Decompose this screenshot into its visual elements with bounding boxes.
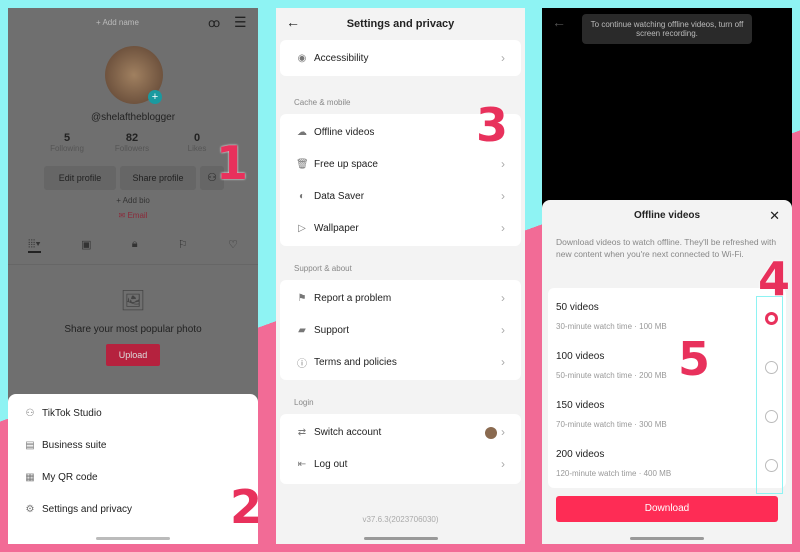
settings-log-out[interactable]: ⇤ Log out ›: [280, 448, 521, 480]
info-icon: ⓘ: [297, 358, 307, 370]
profile-screen: + Add name ꝏ ☰ + @shelaftheblogger 5 Foll…: [8, 8, 258, 544]
tab-private-icon[interactable]: 🔒︎: [132, 238, 138, 253]
accessibility-icon: ◉: [297, 52, 307, 64]
flag-icon: ⚑: [297, 292, 307, 304]
tab-videos-icon[interactable]: ⦙⦙⦙▾: [28, 238, 41, 253]
step-2-label: 2: [230, 480, 258, 534]
play-circle-icon: ▷: [298, 222, 306, 234]
switch-icon: ⇄: [297, 426, 307, 438]
add-bio-button[interactable]: + Add bio: [8, 196, 258, 205]
settings-accessibility[interactable]: ◉ Accessibility ›: [280, 42, 521, 74]
stat-likes[interactable]: 0 Likes: [172, 132, 222, 153]
step-4-label: 4: [758, 252, 791, 306]
email-link[interactable]: ✉ Email: [8, 211, 258, 220]
share-profile-button[interactable]: Share profile: [120, 166, 196, 190]
gear-icon: ⚙: [25, 503, 35, 515]
account-avatar: [485, 426, 497, 439]
add-avatar-icon[interactable]: +: [148, 90, 162, 104]
version-text: v37.6.3(2023706030): [362, 515, 439, 524]
data-saver-icon: ◐: [298, 190, 306, 202]
offline-videos-sheet: Offline videos ✕ Download videos to watc…: [542, 200, 792, 544]
offline-videos-screen: ← To continue watching offline videos, t…: [542, 8, 792, 544]
option-200-videos[interactable]: 200 videos 120-minute watch time · 400 MB: [556, 449, 778, 499]
settings-switch-account[interactable]: ⇄ Switch account ›: [280, 416, 521, 448]
menu-item-business-suite[interactable]: ▤ Business suite: [8, 429, 258, 461]
trash-icon: 🗑︎: [296, 158, 309, 170]
step-5-label: 5: [678, 332, 711, 386]
menu-icon[interactable]: ☰: [234, 14, 247, 31]
settings-screen: ← Settings and privacy ◉ Accessibility › C…: [276, 8, 525, 544]
photo-icon: 🖼︎: [120, 290, 146, 312]
tab-favorites-icon[interactable]: ⚐: [178, 238, 188, 253]
page-title: Settings and privacy: [346, 18, 455, 30]
divider: [8, 264, 258, 265]
sheet-title: Offline videos: [633, 210, 701, 221]
step-1-label: 1: [216, 136, 249, 190]
store-icon: ▤: [25, 439, 35, 451]
step-3-label: 3: [476, 98, 509, 152]
menu-item-tiktok-studio[interactable]: ⚇ TikTok Studio: [8, 397, 258, 429]
menu-sheet: ⚇ TikTok Studio ▤ Business suite ▦ My QR co…: [8, 394, 258, 544]
close-icon[interactable]: ✕: [769, 208, 780, 224]
stat-following[interactable]: 5 Following: [42, 132, 92, 153]
settings-terms[interactable]: ⓘ Terms and policies ›: [280, 346, 521, 378]
section-support: Support & about: [294, 264, 352, 273]
home-indicator: [96, 537, 170, 540]
sheet-description: Download videos to watch offline. They'l…: [556, 237, 777, 259]
back-arrow-icon[interactable]: ←: [552, 14, 566, 30]
qr-code-icon: ▦: [25, 471, 35, 483]
option-150-videos[interactable]: 150 videos 70-minute watch time · 300 MB: [556, 400, 778, 450]
highlight-box: [756, 296, 783, 494]
option-50-videos[interactable]: 50 videos 30-minute watch time · 100 MB: [556, 302, 778, 352]
option-100-videos[interactable]: 100 videos 50-minute watch time · 200 MB: [556, 351, 778, 401]
settings-support[interactable]: ▰ Support ›: [280, 314, 521, 346]
download-button[interactable]: Download: [556, 496, 778, 522]
menu-item-qr-code[interactable]: ▦ My QR code: [8, 461, 258, 493]
edit-profile-button[interactable]: Edit profile: [44, 166, 116, 190]
upload-button[interactable]: Upload: [106, 344, 160, 366]
tab-shop-icon[interactable]: ▣: [81, 238, 91, 253]
tab-liked-icon[interactable]: ♡: [228, 238, 238, 253]
stat-followers[interactable]: 82 Followers: [107, 132, 157, 153]
section-login: Login: [294, 398, 314, 407]
logout-icon: ⇤: [297, 458, 307, 470]
toast-message: To continue watching offline videos, tur…: [582, 14, 752, 44]
home-indicator: [630, 537, 704, 540]
menu-item-settings[interactable]: ⚙ Settings and privacy: [8, 493, 258, 525]
empty-state-text: Share your most popular photo: [64, 324, 202, 335]
person-star-icon: ⚇: [25, 407, 35, 419]
footprint-icon[interactable]: ꝏ: [208, 16, 220, 30]
chat-icon: ▰: [298, 324, 306, 336]
settings-free-up-space[interactable]: 🗑︎ Free up space ›: [280, 148, 521, 180]
settings-data-saver[interactable]: ◐ Data Saver ›: [280, 180, 521, 212]
cloud-download-icon: ☁: [297, 126, 307, 138]
section-cache: Cache & mobile: [294, 98, 351, 107]
username: @shelaftheblogger: [90, 112, 176, 123]
home-indicator: [364, 537, 438, 540]
settings-report-problem[interactable]: ⚑ Report a problem ›: [280, 282, 521, 314]
add-name-button[interactable]: + Add name: [96, 18, 139, 27]
settings-wallpaper[interactable]: ▷ Wallpaper ›: [280, 212, 521, 244]
